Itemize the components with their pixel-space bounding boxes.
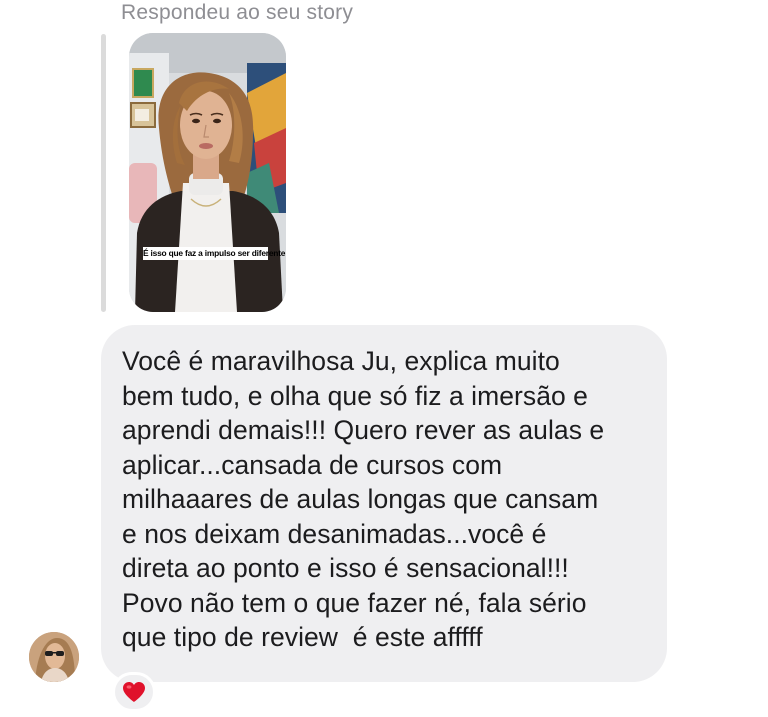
message-line: direta ao ponto e isso é sensacional!!! xyxy=(122,553,569,583)
reply-quote-bar xyxy=(101,34,106,312)
message-line: que tipo de review é este afffff xyxy=(122,622,483,652)
message-line: Você é maravilhosa Ju, explica muito xyxy=(122,346,560,376)
red-heart-icon xyxy=(123,682,145,702)
message-line: aprendi demais!!! Quero rever as aulas e xyxy=(122,415,605,445)
message-line: bem tudo, e olha que só fiz a imersão e xyxy=(122,380,588,411)
sender-avatar[interactable] xyxy=(29,632,79,682)
story-thumbnail[interactable]: É isso que faz a impulso ser diferente xyxy=(129,33,286,312)
story-preview-image xyxy=(129,33,286,312)
reaction-badge[interactable] xyxy=(112,672,156,712)
message-line: aplicar...cansada de cursos com xyxy=(122,449,503,480)
message-line: e nos deixam desanimadas...você é xyxy=(122,518,547,549)
story-reply-label: Respondeu ao seu story xyxy=(121,1,354,24)
message-bubble[interactable]: Você é maravilhosa Ju, explica muito bem… xyxy=(101,325,667,682)
message-line: milhaaares de aulas longas que cansam xyxy=(122,484,599,514)
story-caption: É isso que faz a impulso ser diferente xyxy=(143,247,286,260)
message-line: Povo não tem o que fazer né, fala sério xyxy=(122,587,587,618)
avatar-image xyxy=(29,632,79,682)
